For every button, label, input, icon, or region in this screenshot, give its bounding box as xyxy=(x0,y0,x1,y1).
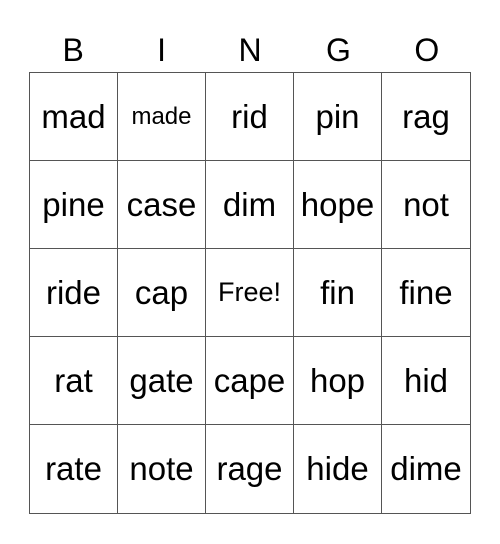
bingo-cell[interactable]: rat xyxy=(30,337,118,425)
bingo-cell[interactable]: hope xyxy=(294,161,382,249)
bingo-cell[interactable]: fin xyxy=(294,249,382,337)
header-letter-b: B xyxy=(62,32,84,68)
bingo-board: mad made rid pin rag pine case dim hope … xyxy=(29,72,471,514)
header-letter-g: G xyxy=(325,32,351,68)
bingo-cell[interactable]: note xyxy=(118,425,206,513)
bingo-cell[interactable]: gate xyxy=(118,337,206,425)
bingo-cell[interactable]: pine xyxy=(30,161,118,249)
header-letter-o: O xyxy=(414,32,440,68)
free-space-cell[interactable]: Free! xyxy=(206,249,294,337)
bingo-cell[interactable]: ride xyxy=(30,249,118,337)
header-letter-n: N xyxy=(238,32,262,68)
bingo-cell[interactable]: rate xyxy=(30,425,118,513)
bingo-cell[interactable]: mad xyxy=(30,73,118,161)
bingo-cell[interactable]: cape xyxy=(206,337,294,425)
bingo-cell[interactable]: rid xyxy=(206,73,294,161)
bingo-cell[interactable]: dim xyxy=(206,161,294,249)
bingo-cell[interactable]: dime xyxy=(382,425,470,513)
bingo-cell[interactable]: pin xyxy=(294,73,382,161)
header-letter-i: I xyxy=(157,32,167,68)
bingo-cell[interactable]: hide xyxy=(294,425,382,513)
bingo-header: B I N G O xyxy=(29,28,471,72)
bingo-cell[interactable]: not xyxy=(382,161,470,249)
bingo-cell[interactable]: made xyxy=(118,73,206,161)
bingo-cell[interactable]: hid xyxy=(382,337,470,425)
bingo-cell[interactable]: cap xyxy=(118,249,206,337)
bingo-cell[interactable]: fine xyxy=(382,249,470,337)
bingo-cell[interactable]: hop xyxy=(294,337,382,425)
bingo-cell[interactable]: rage xyxy=(206,425,294,513)
bingo-cell[interactable]: rag xyxy=(382,73,470,161)
bingo-cell[interactable]: case xyxy=(118,161,206,249)
